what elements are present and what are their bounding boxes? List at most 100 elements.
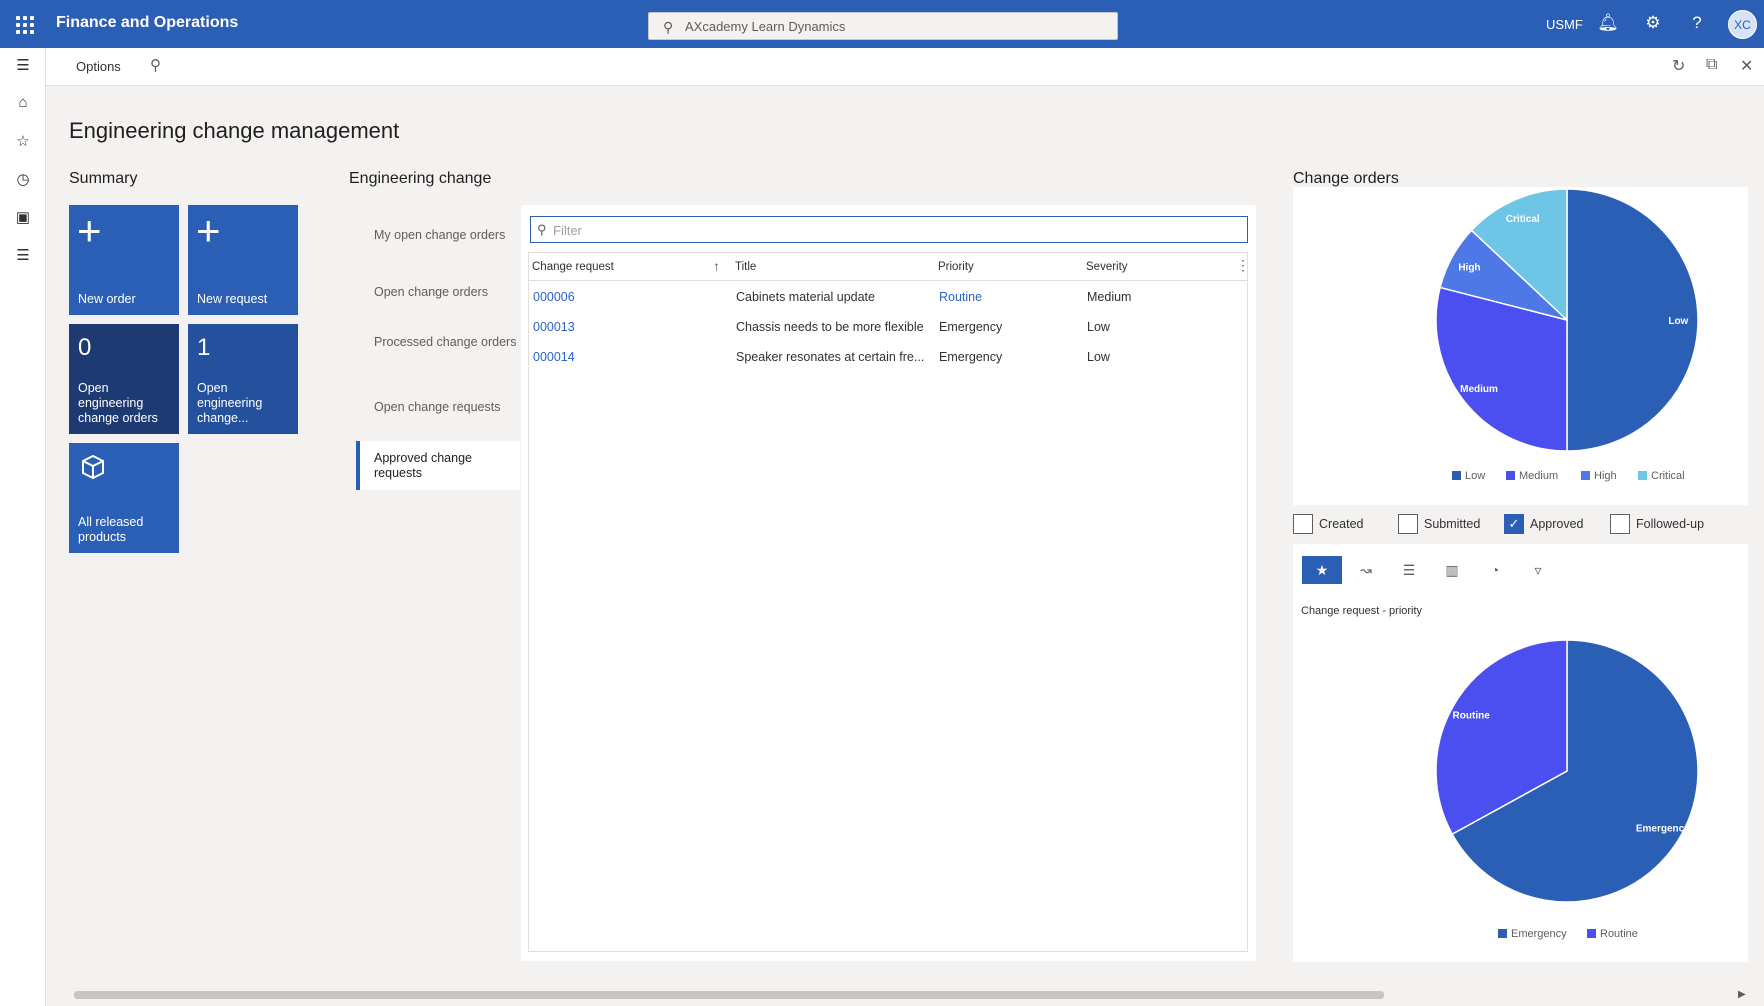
- checkbox-box[interactable]: [1610, 514, 1630, 534]
- star-icon[interactable]: ★: [1302, 556, 1342, 584]
- legend-label: High: [1594, 470, 1617, 482]
- horizontal-scrollbar[interactable]: [62, 989, 1738, 999]
- priority-cell[interactable]: Routine: [939, 290, 982, 304]
- open-new-window-icon[interactable]: ⧉: [1706, 56, 1717, 74]
- summary-title: Summary: [69, 170, 138, 187]
- new-request-tile[interactable]: + New request: [188, 205, 298, 315]
- plus-icon: +: [77, 207, 102, 254]
- legend-label: Medium: [1519, 470, 1558, 482]
- change-orders-title: Change orders: [1293, 170, 1399, 187]
- home-icon[interactable]: ⌂: [12, 94, 34, 116]
- checkbox-box[interactable]: [1398, 514, 1418, 534]
- priority-cell: Emergency: [939, 320, 1003, 334]
- close-icon[interactable]: ✕: [1740, 56, 1753, 76]
- options-tab[interactable]: Options: [76, 59, 121, 74]
- scrollbar-thumb[interactable]: [74, 991, 1384, 999]
- checkbox-label: Submitted: [1424, 517, 1481, 531]
- new-order-tile[interactable]: + New order: [69, 205, 179, 315]
- column-header-priority[interactable]: Priority: [938, 261, 974, 273]
- search-icon: ⚲: [537, 222, 547, 237]
- funnel-icon[interactable]: ▿: [1518, 556, 1558, 584]
- legend-swatch: [1498, 929, 1507, 938]
- title-cell: Cabinets material update: [736, 290, 875, 304]
- checkbox-label: Approved: [1530, 517, 1584, 531]
- legend-label: Emergency: [1511, 928, 1567, 940]
- app-title[interactable]: Finance and Operations: [56, 14, 238, 32]
- slice-label: Emergency: [1636, 824, 1690, 835]
- change-orders-pie-chart[interactable]: Low Medium High Critical Low Medium High Critic…: [1293, 187, 1748, 505]
- tile-label: New request: [197, 292, 268, 306]
- tile-label: New order: [78, 292, 136, 306]
- workspace-icon[interactable]: ▣: [12, 208, 34, 230]
- column-chart-icon[interactable]: ▥: [1432, 556, 1472, 584]
- checkbox-box[interactable]: [1293, 514, 1313, 534]
- scroll-right-icon[interactable]: ▶: [1738, 989, 1746, 1000]
- change-request-link[interactable]: 000014: [533, 350, 575, 364]
- legend-label: Routine: [1600, 928, 1638, 940]
- legend-swatch: [1587, 929, 1596, 938]
- released-products-tile[interactable]: All released products: [69, 443, 179, 553]
- column-header-title[interactable]: Title: [735, 261, 756, 273]
- sort-ascending-icon[interactable]: ↑: [713, 258, 720, 274]
- app-bar: Finance and Operations ⚲ AXcademy Learn …: [0, 0, 1764, 48]
- tile-label: Open engineering change...: [197, 381, 263, 425]
- gear-icon[interactable]: ⚙: [1642, 13, 1664, 33]
- tab-open-change-requests[interactable]: Open change requests: [356, 400, 520, 415]
- bell-icon[interactable]: 🔔︎: [1597, 13, 1619, 33]
- filter-input[interactable]: ⚲ Filter: [530, 216, 1248, 243]
- open-change-requests-tile[interactable]: 1 Open engineering change...: [188, 324, 298, 434]
- hamburger-icon[interactable]: ☰: [12, 56, 34, 78]
- legend-label: Critical: [1651, 470, 1685, 482]
- search-icon[interactable]: ⚲: [150, 56, 161, 74]
- legend-swatch: [1452, 471, 1461, 480]
- tab-open-change-orders[interactable]: Open change orders: [356, 285, 520, 300]
- checkbox-label: Created: [1319, 517, 1364, 531]
- slice-label: Routine: [1453, 710, 1491, 721]
- tab-my-open-change-orders[interactable]: My open change orders: [356, 228, 520, 243]
- cube-icon: [79, 453, 107, 486]
- severity-cell: Medium: [1087, 290, 1132, 304]
- legend-swatch: [1581, 471, 1590, 480]
- page-title: Engineering change management: [69, 118, 400, 143]
- refresh-icon[interactable]: ↻: [1672, 56, 1685, 76]
- title-cell: Speaker resonates at certain fre...: [736, 350, 925, 364]
- column-header-severity[interactable]: Severity: [1086, 261, 1128, 273]
- slice-label: Low: [1668, 316, 1688, 327]
- priority-cell: Emergency: [939, 350, 1003, 364]
- legend-swatch: [1638, 471, 1647, 480]
- title-cell: Chassis needs to be more flexible: [736, 320, 924, 334]
- clock-icon[interactable]: ◷: [12, 170, 34, 192]
- severity-cell: Low: [1087, 350, 1110, 364]
- global-search-input[interactable]: ⚲ AXcademy Learn Dynamics: [648, 12, 1118, 40]
- pie-chart-icon[interactable]: ◔: [1475, 556, 1515, 584]
- header-divider: [529, 280, 1247, 281]
- left-nav: ☰ ⌂ ☆ ◷ ▣ ☰: [0, 48, 46, 1006]
- more-options-icon[interactable]: ⋮: [1236, 257, 1250, 274]
- legend-swatch: [1506, 471, 1515, 480]
- tab-approved-change-requests[interactable]: Approved change requests: [356, 441, 520, 490]
- severity-cell: Low: [1087, 320, 1110, 334]
- avatar[interactable]: XC: [1728, 10, 1757, 39]
- slice-label: High: [1458, 262, 1480, 273]
- checkmark-icon[interactable]: ✓: [1504, 514, 1524, 534]
- search-icon: ⚲: [663, 19, 674, 35]
- checkbox-label: Followed-up: [1636, 517, 1705, 531]
- bar-chart-icon[interactable]: ☰: [1389, 556, 1429, 584]
- line-chart-icon[interactable]: ↝: [1346, 556, 1386, 584]
- action-pane: Options ⚲ ↻ ⧉ ✕: [46, 48, 1764, 86]
- change-request-link[interactable]: 000006: [533, 290, 575, 304]
- engineering-change-title: Engineering change: [349, 170, 492, 187]
- star-icon[interactable]: ☆: [12, 132, 34, 154]
- plus-icon: +: [196, 207, 221, 254]
- waffle-icon[interactable]: [14, 14, 34, 34]
- open-change-orders-tile[interactable]: 0 Open engineering change orders: [69, 324, 179, 434]
- company-picker[interactable]: USMF: [1546, 17, 1583, 32]
- column-header-change-request[interactable]: Change request: [532, 261, 614, 273]
- help-icon[interactable]: ?: [1686, 13, 1708, 33]
- tab-processed-change-orders[interactable]: Processed change orders: [356, 335, 520, 350]
- modules-list-icon[interactable]: ☰: [12, 246, 34, 268]
- filter-placeholder: Filter: [553, 223, 582, 238]
- search-text: AXcademy Learn Dynamics: [685, 19, 846, 34]
- legend-label: Low: [1465, 470, 1485, 482]
- change-request-link[interactable]: 000013: [533, 320, 575, 334]
